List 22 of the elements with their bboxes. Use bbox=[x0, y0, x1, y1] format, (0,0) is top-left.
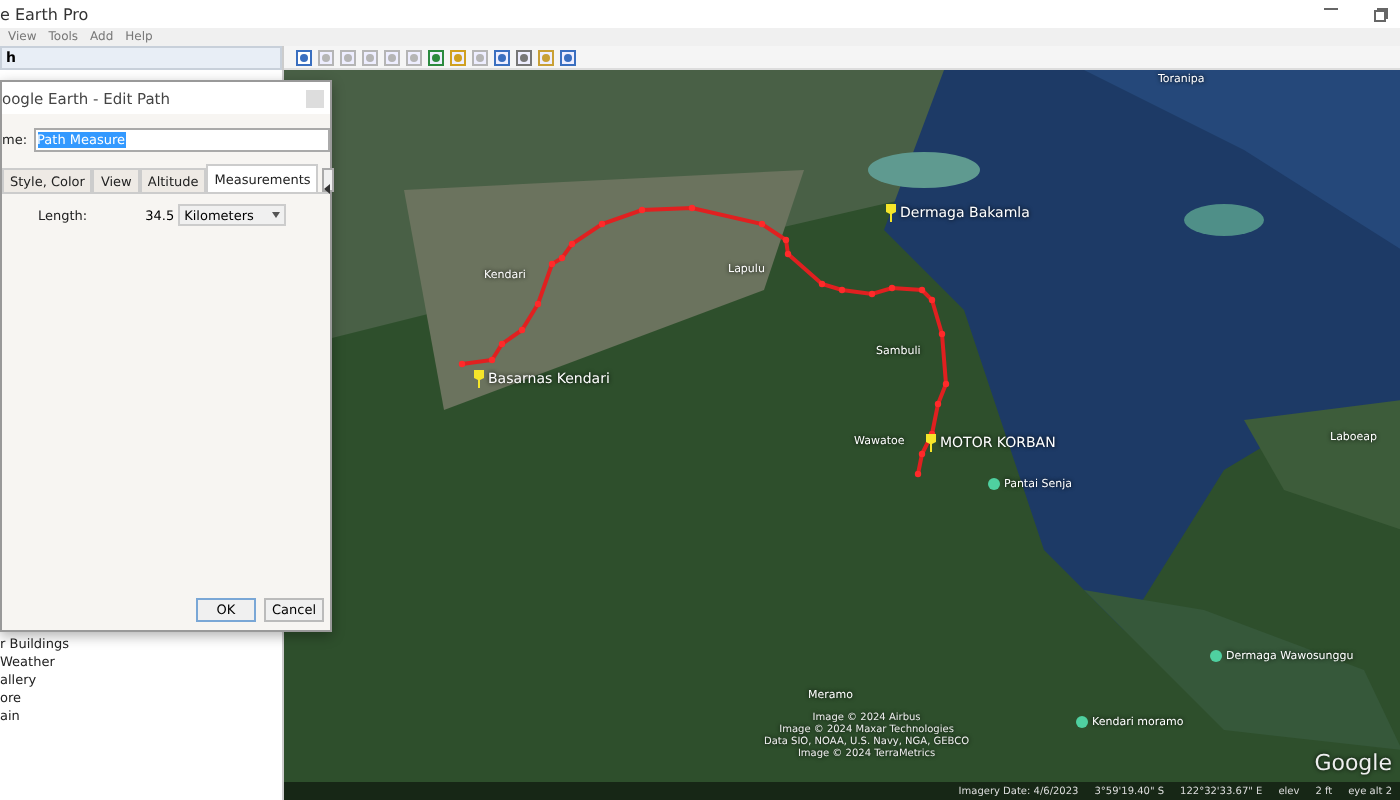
pushpin-icon[interactable] bbox=[924, 434, 938, 452]
place-dot-icon[interactable] bbox=[1076, 716, 1088, 728]
tab-scroll-button[interactable] bbox=[322, 168, 335, 192]
toolbar-tool-icon[interactable] bbox=[538, 49, 554, 65]
restore-icon[interactable] bbox=[1374, 7, 1388, 21]
toolbar-tool-icon[interactable] bbox=[494, 49, 510, 65]
map-logo: Google bbox=[1314, 750, 1392, 776]
place-dot-icon[interactable] bbox=[988, 478, 1000, 490]
pushpin-icon[interactable] bbox=[884, 204, 898, 222]
toolbar-tool-icon[interactable] bbox=[296, 49, 312, 65]
window-title: e Earth Pro bbox=[0, 5, 89, 23]
toolbar-tool-icon[interactable] bbox=[560, 49, 576, 65]
toolbar-tool-icon[interactable] bbox=[450, 49, 466, 65]
left-arrow-icon bbox=[324, 184, 333, 194]
pushpin-icon[interactable] bbox=[472, 370, 486, 388]
reef-shape bbox=[1184, 204, 1264, 236]
reef-shape bbox=[868, 152, 980, 188]
toolbar-tool-icon[interactable] bbox=[516, 49, 532, 65]
toolbar-tool-icon[interactable] bbox=[428, 49, 444, 65]
place-dot-icon[interactable] bbox=[1210, 650, 1222, 662]
minimize-icon[interactable] bbox=[1324, 7, 1338, 11]
caret-icon bbox=[272, 212, 281, 218]
